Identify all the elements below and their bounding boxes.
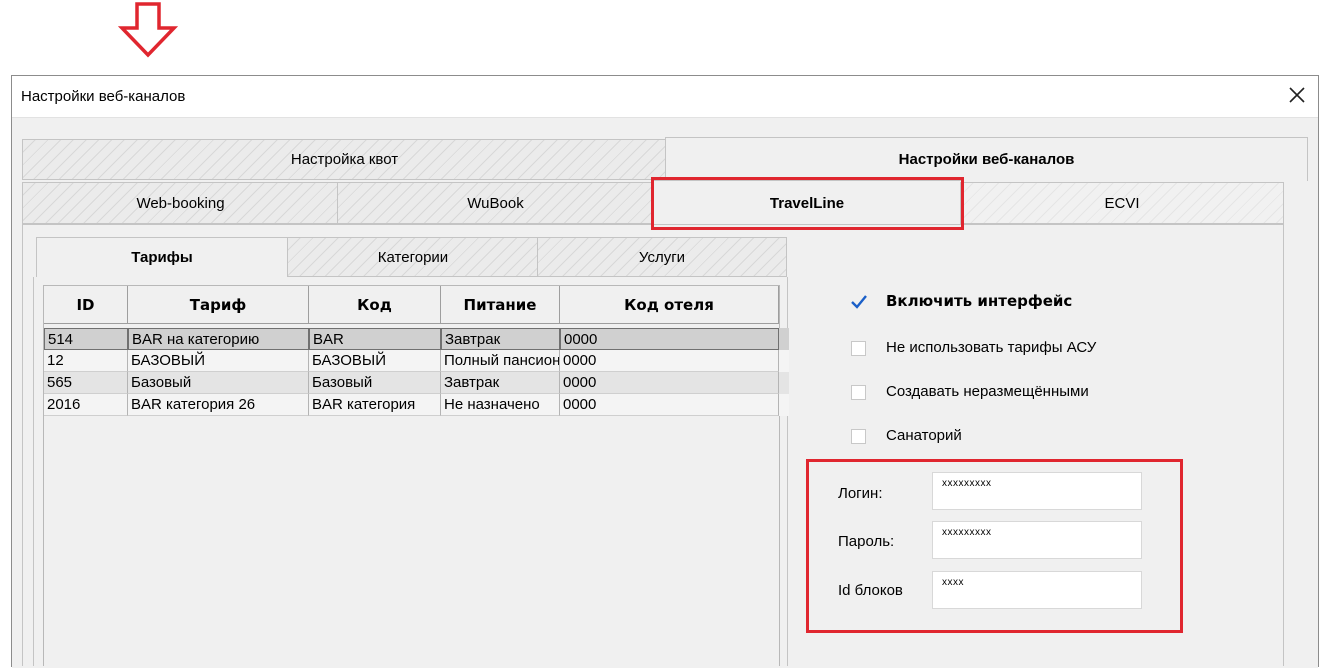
- option-no-asu-tariffs-label[interactable]: Не использовать тарифы АСУ: [886, 339, 1096, 356]
- tab-label: ECVI: [1104, 195, 1140, 212]
- table-header: ID Тариф Код Питание Код отеля: [44, 286, 779, 324]
- tab-categories[interactable]: Категории: [287, 237, 539, 277]
- option-enable-interface-label[interactable]: Включить интерфейс: [886, 292, 1072, 310]
- cell-tariff: BAR на категорию: [128, 328, 309, 350]
- close-icon[interactable]: [1282, 80, 1312, 110]
- checkbox-create-unplaced[interactable]: [851, 385, 866, 400]
- cell-id: 514: [44, 328, 128, 350]
- table-row[interactable]: 12 БАЗОВЫЙ БАЗОВЫЙ Полный пансион 0000: [44, 350, 789, 372]
- option-create-unplaced-label[interactable]: Создавать неразмещёнными: [886, 383, 1089, 400]
- tab-quota-settings[interactable]: Настройка квот: [22, 139, 667, 180]
- table-row[interactable]: 2016 BAR категория 26 BAR категория Не н…: [44, 394, 789, 416]
- tab-label: WuBook: [467, 195, 524, 212]
- cell-code: БАЗОВЫЙ: [309, 350, 441, 372]
- window-title: Настройки веб-каналов: [21, 88, 186, 105]
- tab-web-booking[interactable]: Web-booking: [22, 182, 339, 224]
- column-header-id[interactable]: ID: [44, 286, 128, 324]
- checkbox-no-asu-tariffs[interactable]: [851, 341, 866, 356]
- cell-id: 12: [44, 350, 128, 372]
- tab-label: Тарифы: [131, 249, 193, 266]
- annotation-arrow-down-icon: [117, 2, 179, 58]
- column-header-hotel-code[interactable]: Код отеля: [560, 286, 779, 324]
- table-row[interactable]: 514 BAR на категорию BAR Завтрак 0000: [44, 328, 789, 350]
- annotation-highlight-travelline-tab: [651, 177, 964, 230]
- cell-hotel-code: 0000: [560, 394, 779, 416]
- cell-hotel-code: 0000: [560, 372, 779, 394]
- cell-id: 565: [44, 372, 128, 394]
- column-header-meal[interactable]: Питание: [441, 286, 560, 324]
- tab-label: Настройки веб-каналов: [898, 151, 1075, 168]
- tab-label: Категории: [377, 249, 449, 266]
- cell-meal: Завтрак: [441, 328, 560, 350]
- cell-hotel-code: 0000: [560, 350, 779, 372]
- tab-web-channels-settings[interactable]: Настройки веб-каналов: [665, 137, 1308, 181]
- option-sanatorium-label[interactable]: Санаторий: [886, 427, 962, 444]
- table-row[interactable]: 565 Базовый Базовый Завтрак 0000: [44, 372, 789, 394]
- cell-tariff: БАЗОВЫЙ: [128, 350, 309, 372]
- annotation-highlight-credentials: [806, 459, 1183, 633]
- cell-meal: Полный пансион: [441, 350, 560, 372]
- column-header-tariff[interactable]: Тариф: [128, 286, 309, 324]
- cell-tariff: Базовый: [128, 372, 309, 394]
- tab-label: Услуги: [638, 249, 686, 266]
- tariffs-table[interactable]: ID Тариф Код Питание Код отеля 514 BAR н…: [43, 285, 789, 666]
- tab-label: Web-booking: [136, 195, 225, 212]
- tab-tariffs[interactable]: Тарифы: [36, 237, 288, 278]
- cell-tariff: BAR категория 26: [128, 394, 309, 416]
- checkbox-sanatorium[interactable]: [851, 429, 866, 444]
- column-header-code[interactable]: Код: [309, 286, 441, 324]
- tab-ecvi[interactable]: ECVI: [960, 182, 1284, 224]
- title-bar: Настройки веб-каналов: [12, 76, 1318, 117]
- cell-meal: Не назначено: [441, 394, 560, 416]
- cell-code: Базовый: [309, 372, 441, 394]
- tab-services[interactable]: Услуги: [537, 237, 787, 277]
- cell-meal: Завтрак: [441, 372, 560, 394]
- cell-code: BAR: [309, 328, 441, 350]
- cell-id: 2016: [44, 394, 128, 416]
- cell-hotel-code: 0000: [560, 328, 779, 350]
- tab-wubook[interactable]: WuBook: [337, 182, 654, 224]
- tab-label: Настройка квот: [290, 151, 399, 168]
- cell-code: BAR категория: [309, 394, 441, 416]
- checkmark-icon[interactable]: [850, 293, 868, 311]
